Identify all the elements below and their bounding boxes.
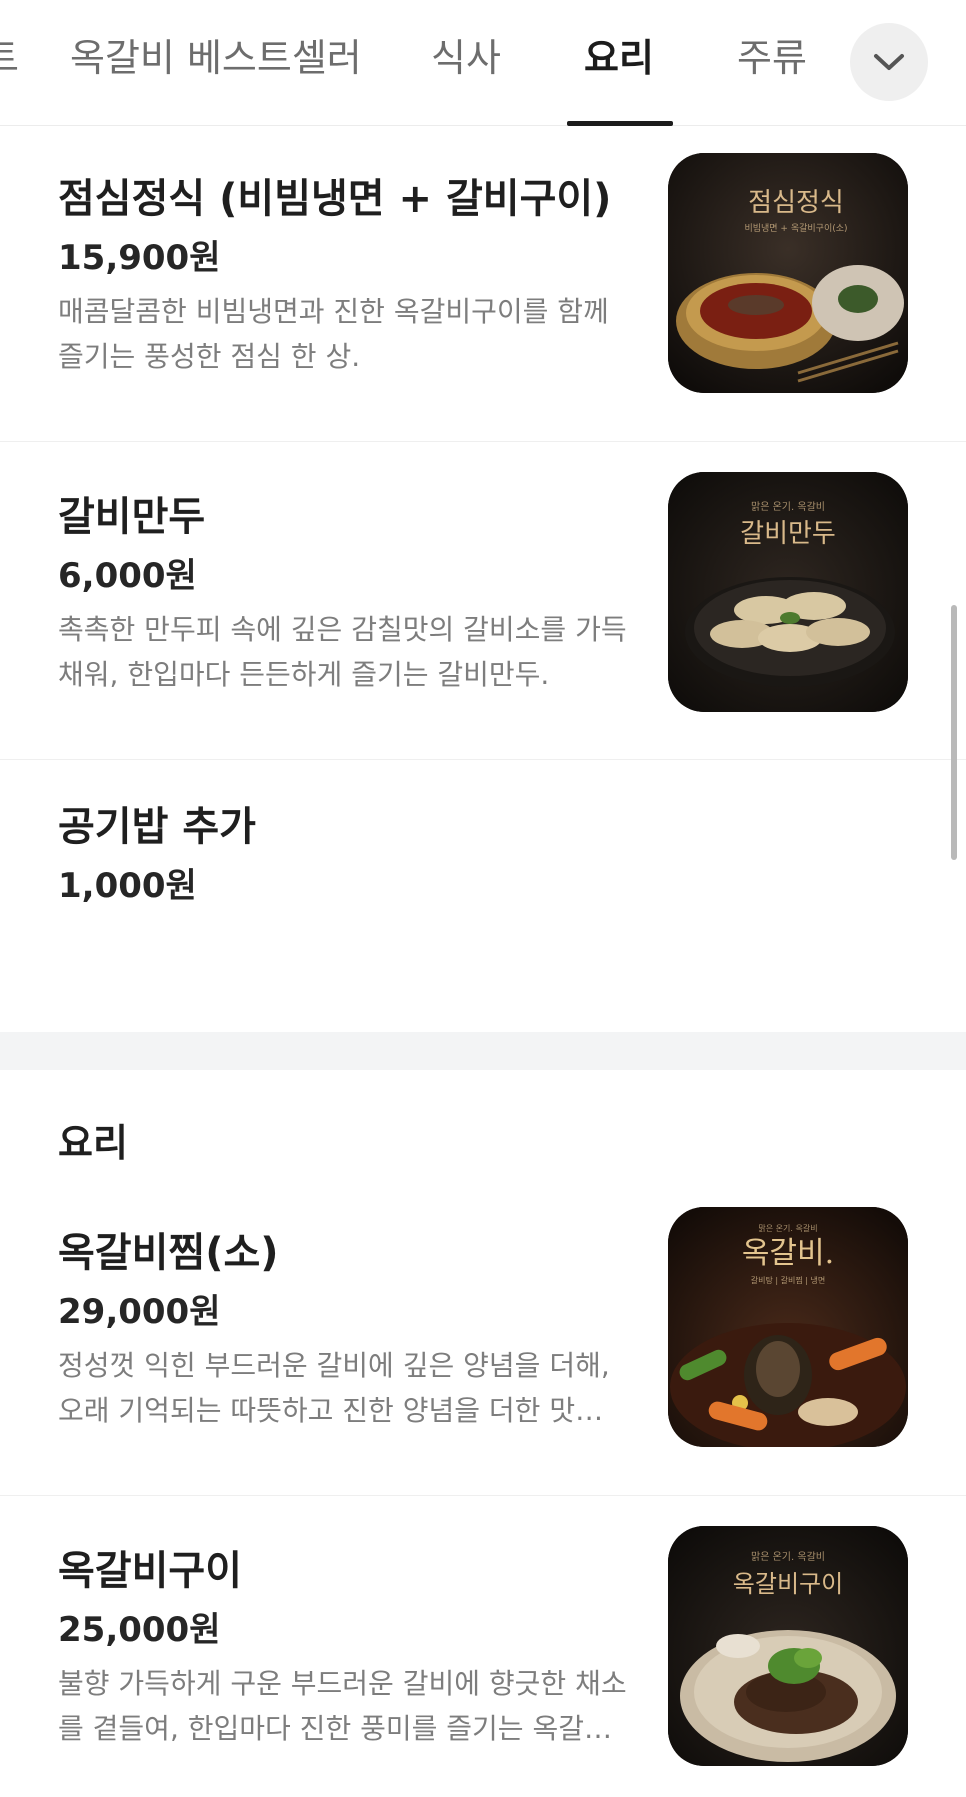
expand-categories-button[interactable] [850, 23, 928, 101]
item-description: 불향 가득하게 구운 부드러운 갈비에 향긋한 채소를 곁들여, 한입마다 진한… [58, 1667, 627, 1745]
menu-page: 트 옥갈비 베스트셀러 식사 요리 주류 점심정식 (비빔냉면 + 갈비구이) … [0, 0, 966, 1797]
svg-text:비빔냉면 + 옥갈비구이(소): 비빔냉면 + 옥갈비구이(소) [744, 223, 847, 234]
item-description: 정성껏 익힌 부드러운 갈비에 깊은 양념을 더해, 오래 기억되는 따뜻하고 … [58, 1349, 610, 1427]
item-description: 촉촉한 만두피 속에 깊은 감칠맛의 갈비소를 가득 채워, 한입마다 든든하게… [58, 613, 627, 691]
tab-drinks[interactable]: 주류 [737, 30, 807, 86]
svg-text:맑은 온기. 옥갈비: 맑은 온기. 옥갈비 [758, 1224, 817, 1233]
section-divider [0, 1032, 966, 1070]
item-name: 옥갈비구이 [58, 1548, 242, 1594]
item-name: 점심정식 (비빔냉면 + 갈비구이) [58, 176, 612, 222]
item-price: 25,000원 [58, 1610, 221, 1650]
chevron-down-icon [874, 54, 904, 70]
item-name: 옥갈비찜(소) [58, 1230, 279, 1276]
category-tab-bar: 트 옥갈비 베스트셀러 식사 요리 주류 [0, 0, 966, 126]
tab-meal[interactable]: 식사 [431, 30, 501, 86]
item-price: 15,900원 [58, 238, 221, 278]
svg-text:갈비만두: 갈비만두 [740, 519, 836, 549]
item-photo[interactable]: 맑은 온기. 옥갈비 갈비만두 [668, 472, 908, 712]
item-photo[interactable]: 점심정식 비빔냉면 + 옥갈비구이(소) [668, 153, 908, 393]
item-description: 매콤달콤한 비빔냉면과 진한 옥갈비구이를 함께 즐기는 풍성한 점심 한 상. [58, 295, 609, 373]
tab-bestseller[interactable]: 옥갈비 베스트셀러 [70, 30, 362, 86]
item-name: 갈비만두 [58, 494, 206, 540]
menu-item[interactable]: 공기밥 추가 1,000원 [0, 760, 966, 1032]
menu-item[interactable]: 옥갈비구이 25,000원 불향 가득하게 구운 부드러운 갈비에 향긋한 채소… [0, 1496, 966, 1797]
item-photo[interactable]: 맑은 온기. 옥갈비 옥갈비구이 [668, 1526, 908, 1766]
svg-text:옥갈비.: 옥갈비. [742, 1236, 834, 1271]
menu-item[interactable]: 갈비만두 6,000원 촉촉한 만두피 속에 깊은 감칠맛의 갈비소를 가득 채… [0, 442, 966, 760]
tab-partial[interactable]: 트 [0, 30, 19, 86]
menu-item[interactable]: 점심정식 (비빔냉면 + 갈비구이) 15,900원 매콤달콤한 비빔냉면과 진… [0, 126, 966, 442]
item-price: 1,000원 [58, 866, 197, 906]
item-price: 6,000원 [58, 556, 197, 596]
item-price: 29,000원 [58, 1292, 221, 1332]
svg-text:맑은 온기. 옥갈비: 맑은 온기. 옥갈비 [751, 500, 825, 513]
tab-dishes[interactable]: 요리 [584, 30, 654, 86]
menu-item[interactable]: 옥갈비찜(소) 29,000원 정성껏 익힌 부드러운 갈비에 깊은 양념을 더… [0, 1180, 966, 1496]
svg-text:옥갈비구이: 옥갈비구이 [733, 1570, 843, 1598]
item-name: 공기밥 추가 [58, 804, 256, 850]
scrollbar[interactable] [951, 605, 957, 860]
item-photo[interactable]: 맑은 온기. 옥갈비 옥갈비. 갈비탕 | 갈비찜 | 냉면 [668, 1207, 908, 1447]
svg-text:맑은 온기. 옥갈비: 맑은 온기. 옥갈비 [751, 1550, 825, 1563]
section-title: 요리 [58, 1121, 128, 1165]
svg-text:갈비탕 | 갈비찜 | 냉면: 갈비탕 | 갈비찜 | 냉면 [751, 1275, 825, 1285]
svg-text:점심정식: 점심정식 [748, 188, 844, 218]
